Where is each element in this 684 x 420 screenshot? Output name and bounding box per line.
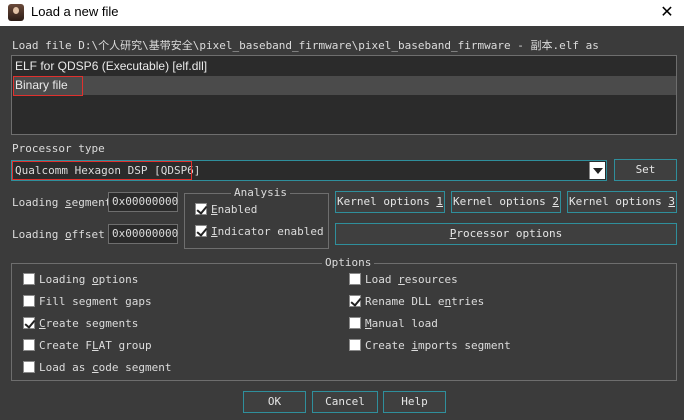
fill-segment-gaps-checkbox[interactable] (23, 295, 35, 307)
window-title: Load a new file (31, 4, 119, 19)
kernel-options-1-button[interactable]: Kernel options 1 (335, 191, 445, 213)
indicator-enabled-label: Indicator enabled (211, 225, 324, 238)
list-item[interactable]: ELF for QDSP6 (Executable) [elf.dll] (15, 57, 207, 75)
load-as-code-segment-label: Load as code segment (39, 361, 172, 374)
close-icon[interactable]: ✕ (650, 0, 684, 26)
manual-load-label: Manual load (365, 317, 438, 330)
kernel-options-3-button[interactable]: Kernel options 3 (567, 191, 677, 213)
processor-annotation (12, 161, 192, 180)
load-resources-checkbox[interactable] (349, 273, 361, 285)
chevron-down-icon[interactable] (589, 162, 605, 179)
selected-row-highlight (13, 76, 676, 95)
create-imports-segment-checkbox[interactable] (349, 339, 361, 351)
processor-options-button[interactable]: Processor options (335, 223, 677, 245)
fill-segment-gaps-label: Fill segment gaps (39, 295, 152, 308)
loading-segment-field[interactable]: 0x00000000 (108, 192, 178, 212)
loading-options-checkbox[interactable] (23, 273, 35, 285)
processor-type-label: Processor type (12, 142, 105, 155)
rename-dll-entries-checkbox[interactable] (349, 295, 361, 307)
create-flat-group-checkbox[interactable] (23, 339, 35, 351)
help-button[interactable]: Help (383, 391, 446, 413)
create-segments-label: Create segments (39, 317, 139, 330)
analysis-group (184, 193, 329, 249)
rename-dll-entries-label: Rename DLL entries (365, 295, 485, 308)
analysis-group-title: Analysis (231, 186, 290, 199)
load-file-path: Load file D:\个人研究\基带安全\pixel_baseband_fi… (12, 39, 599, 52)
load-as-code-segment-checkbox[interactable] (23, 361, 35, 373)
create-flat-group-label: Create FLAT group (39, 339, 152, 352)
options-group-title: Options (322, 256, 375, 269)
indicator-enabled-checkbox[interactable] (195, 225, 207, 237)
load-resources-label: Load resources (365, 273, 458, 286)
create-imports-segment-label: Create imports segment (365, 339, 511, 352)
loading-segment-label: Loading segment (12, 196, 112, 209)
title-bar: Load a new file ✕ (0, 0, 684, 26)
loading-offset-field[interactable]: 0x00000000 (108, 224, 178, 244)
loading-offset-label: Loading offset (12, 228, 105, 241)
manual-load-checkbox[interactable] (349, 317, 361, 329)
app-icon (8, 4, 24, 21)
create-segments-checkbox[interactable] (23, 317, 35, 329)
enabled-checkbox[interactable] (195, 203, 207, 215)
enabled-label: Enabled (211, 203, 258, 216)
cancel-button[interactable]: Cancel (312, 391, 378, 413)
selection-annotation (13, 76, 83, 96)
kernel-options-2-button[interactable]: Kernel options 2 (451, 191, 561, 213)
loading-options-label: Loading options (39, 273, 139, 286)
set-button[interactable]: Set (614, 159, 677, 181)
ok-button[interactable]: OK (243, 391, 306, 413)
file-type-list[interactable]: ELF for QDSP6 (Executable) [elf.dll] Bin… (11, 55, 677, 135)
